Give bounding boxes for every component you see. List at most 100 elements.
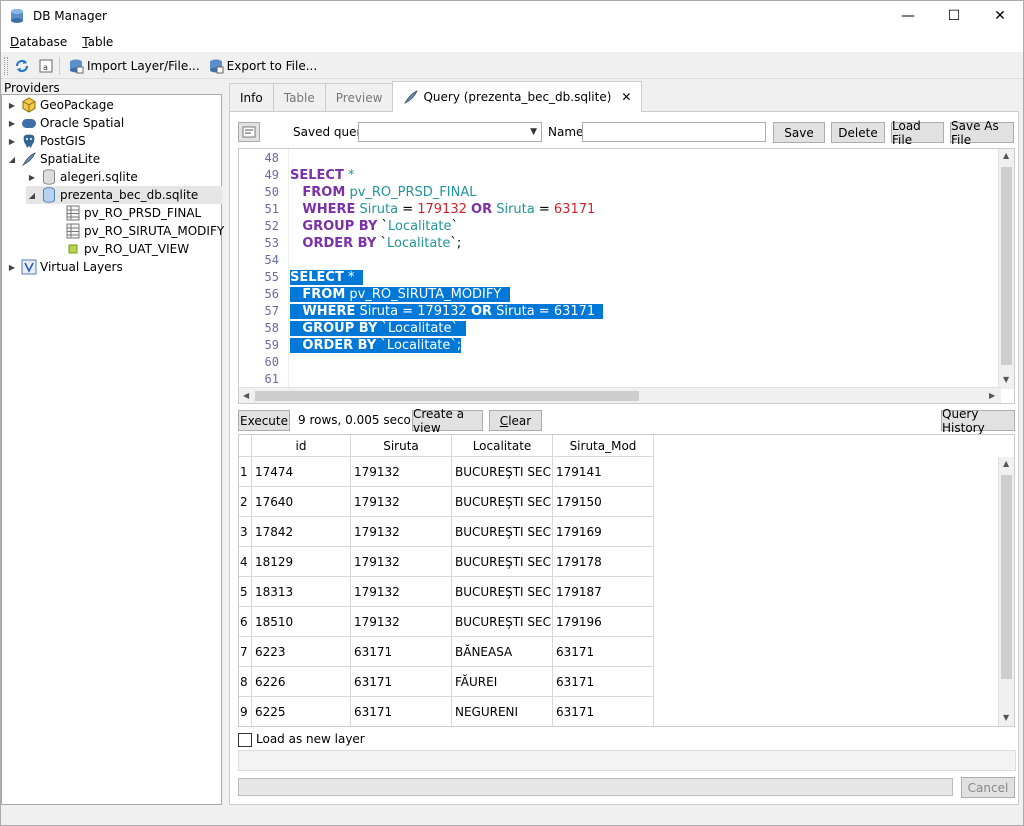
code-line[interactable]: ORDER BY `Localitate`; (290, 337, 462, 354)
menu-database[interactable]: Database (4, 35, 73, 49)
maximize-button[interactable]: ☐ (931, 1, 977, 31)
table-cell[interactable]: 63171 (553, 667, 654, 697)
table-cell[interactable]: 17640 (252, 487, 351, 517)
table-cell[interactable]: BUCUREŞTI SEC... (452, 487, 553, 517)
refresh-icon[interactable] (12, 56, 32, 76)
code-line[interactable]: ORDER BY `Localitate`; (290, 235, 461, 252)
table-cell[interactable]: 179132 (351, 607, 452, 637)
toolbar-grip[interactable] (4, 56, 8, 75)
load-file-button[interactable]: Load File (891, 119, 944, 147)
scroll-down-icon[interactable]: ▼ (1003, 375, 1009, 384)
query-name-input[interactable] (582, 122, 766, 142)
save-as-file-button[interactable]: Save As File (950, 119, 1014, 147)
tree-node-pv-ro-uat-view[interactable]: pv_RO_UAT_VIEW (62, 240, 189, 258)
editor-vertical-scrollbar[interactable]: ▲ ▼ (998, 149, 1014, 389)
row-number[interactable]: 9 (239, 697, 252, 726)
delete-button[interactable]: Delete (831, 122, 885, 143)
tree-node-pv-ro-siruta-modify[interactable]: pv_RO_SIRUTA_MODIFY (62, 222, 224, 240)
query-builder-button[interactable] (238, 122, 260, 142)
table-cell[interactable]: 179187 (553, 577, 654, 607)
scroll-thumb[interactable] (1001, 167, 1012, 365)
column-header[interactable]: Localitate (452, 435, 553, 457)
row-number[interactable]: 4 (239, 547, 252, 577)
results-table[interactable]: id Siruta Localitate Siruta_Mod 1 17474 17… (238, 434, 1015, 727)
save-button[interactable]: Save (773, 122, 825, 143)
tree-node-postgis[interactable]: ▶ PostGIS (6, 132, 86, 150)
table-cell[interactable]: BUCUREŞTI SEC... (452, 517, 553, 547)
table-cell[interactable]: 179132 (351, 457, 452, 487)
tab-preview[interactable]: Preview (324, 83, 394, 111)
row-number[interactable]: 3 (239, 517, 252, 547)
table-cell[interactable]: 63171 (553, 697, 654, 726)
import-layer-button[interactable]: Import Layer/File... (65, 55, 203, 77)
table-cell[interactable]: 6223 (252, 637, 351, 667)
code-line[interactable]: SELECT * (290, 167, 354, 184)
table-cell[interactable]: 6225 (252, 697, 351, 726)
row-number[interactable]: 6 (239, 607, 252, 637)
editor-horizontal-scrollbar[interactable]: ◀ ▶ (239, 387, 1001, 403)
tree-node-alegeri-sqlite[interactable]: ▶ alegeri.sqlite (26, 168, 138, 186)
row-number[interactable]: 2 (239, 487, 252, 517)
table-cell[interactable]: 63171 (351, 697, 452, 726)
expand-arrow-icon[interactable]: ▶ (6, 137, 18, 146)
table-cell[interactable]: 17474 (252, 457, 351, 487)
table-cell[interactable]: NEGURENI (452, 697, 553, 726)
providers-tree[interactable]: ▶ GeoPackage ▶ Oracle Spatial ▶ PostGIS … (1, 94, 224, 805)
export-file-button[interactable]: Export to File... (205, 55, 320, 77)
sql-editor[interactable]: 48 49 50 51 52 53 54 55 56 57 58 59 60 6… (238, 148, 1015, 404)
code-line[interactable]: FROM pv_RO_PRSD_FINAL (290, 184, 476, 201)
scroll-left-icon[interactable]: ◀ (243, 391, 249, 400)
table-row[interactable]: 4 18129 179132 BUCUREŞTI SEC... 179178 (239, 547, 654, 577)
table-cell[interactable]: 63171 (553, 637, 654, 667)
close-tab-icon[interactable]: ✕ (621, 90, 631, 104)
tree-node-prezenta-bec-db[interactable]: ◢ prezenta_bec_db.sqlite (26, 186, 222, 204)
table-cell[interactable]: BUCUREŞTI SEC... (452, 457, 553, 487)
table-cell[interactable]: 18129 (252, 547, 351, 577)
tree-node-oracle-spatial[interactable]: ▶ Oracle Spatial (6, 114, 124, 132)
menu-table[interactable]: Table (76, 35, 119, 49)
table-cell[interactable]: 179132 (351, 487, 452, 517)
column-header[interactable]: id (252, 435, 351, 457)
column-header[interactable]: Siruta_Mod (553, 435, 654, 457)
expand-arrow-icon[interactable]: ▶ (6, 263, 18, 272)
table-cell[interactable]: 17842 (252, 517, 351, 547)
table-row[interactable]: 7 6223 63171 BĂNEASA 63171 (239, 637, 654, 667)
collapse-arrow-icon[interactable]: ◢ (6, 155, 18, 164)
table-cell[interactable]: BĂNEASA (452, 637, 553, 667)
scroll-up-icon[interactable]: ▲ (1003, 459, 1009, 468)
expand-arrow-icon[interactable]: ▶ (6, 119, 18, 128)
saved-query-combo[interactable]: ▼ (358, 122, 542, 142)
sql-window-icon[interactable]: a (36, 56, 56, 76)
row-number[interactable]: 1 (239, 457, 252, 487)
scroll-right-icon[interactable]: ▶ (989, 391, 995, 400)
table-row[interactable]: 9 6225 63171 NEGURENI 63171 (239, 697, 654, 726)
row-number[interactable]: 5 (239, 577, 252, 607)
code-line[interactable]: SELECT * (290, 269, 363, 286)
close-window-button[interactable]: ✕ (977, 1, 1023, 31)
table-cell[interactable]: 63171 (351, 667, 452, 697)
tree-node-spatialite[interactable]: ◢ SpatiaLite (6, 150, 100, 168)
table-cell[interactable]: 18510 (252, 607, 351, 637)
scroll-thumb[interactable] (255, 391, 639, 401)
table-row[interactable]: 3 17842 179132 BUCUREŞTI SEC... 179169 (239, 517, 654, 547)
table-cell[interactable]: BUCUREŞTI SEC... (452, 607, 553, 637)
table-row[interactable]: 8 6226 63171 FĂUREI 63171 (239, 667, 654, 697)
tree-node-geopackage[interactable]: ▶ GeoPackage (6, 96, 114, 114)
execute-button[interactable]: Execute (238, 410, 290, 431)
table-row[interactable]: 6 18510 179132 BUCUREŞTI SEC... 179196 (239, 607, 654, 637)
row-number[interactable]: 7 (239, 637, 252, 667)
table-row[interactable]: 5 18313 179132 BUCUREŞTI SEC... 179187 (239, 577, 654, 607)
expand-arrow-icon[interactable]: ▶ (26, 173, 38, 182)
row-number[interactable]: 8 (239, 667, 252, 697)
table-cell[interactable]: 179178 (553, 547, 654, 577)
query-history-button[interactable]: Query History (941, 407, 1015, 435)
table-cell[interactable]: 179169 (553, 517, 654, 547)
code-line[interactable]: WHERE Siruta = 179132 OR Siruta = 63171 (290, 303, 604, 320)
code-line[interactable]: GROUP BY `Localitate` (290, 218, 458, 235)
table-cell[interactable]: 18313 (252, 577, 351, 607)
minimize-button[interactable]: — (885, 1, 931, 31)
table-cell[interactable]: 179150 (553, 487, 654, 517)
scroll-thumb[interactable] (1001, 475, 1012, 679)
table-row[interactable]: 2 17640 179132 BUCUREŞTI SEC... 179150 (239, 487, 654, 517)
tab-table[interactable]: Table (272, 83, 326, 111)
